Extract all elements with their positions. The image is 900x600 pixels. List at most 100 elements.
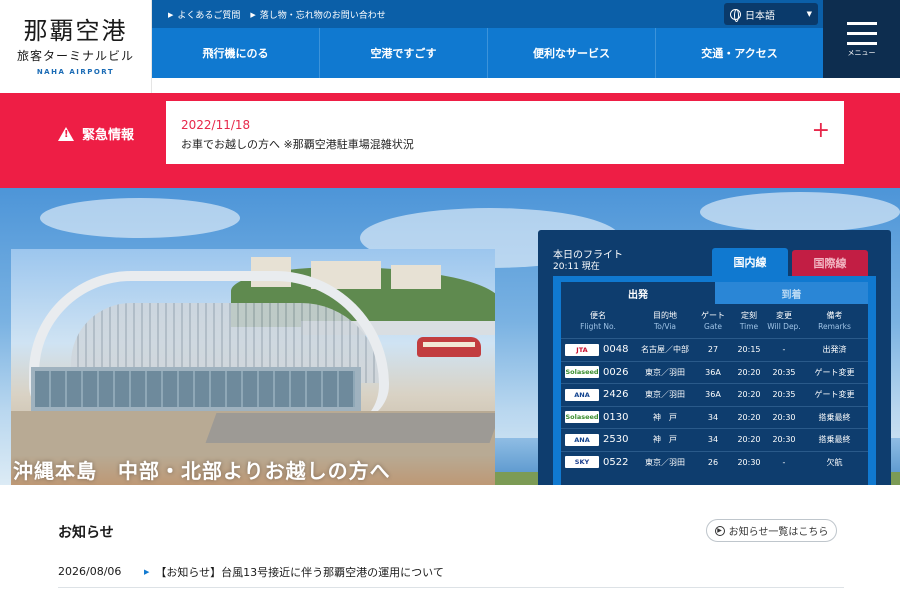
- emergency-banner: 緊急情報 2022/11/18 お車でお越しの方へ ※那覇空港駐車場混雑状況 +: [0, 93, 900, 188]
- flight-row[interactable]: Solaseed 0130 神 戸 34 20:20 20:30 搭乗最終: [561, 405, 868, 429]
- emergency-text: お車でお越しの方へ ※那覇空港駐車場混雑状況: [181, 138, 414, 151]
- airline-logo-icon: Solaseed: [565, 366, 599, 379]
- header-gate-en: Gate: [704, 322, 722, 331]
- menu-button[interactable]: メニュー: [823, 0, 900, 78]
- flight-destination: 神 戸: [653, 435, 677, 445]
- airline-logo-icon: Solaseed: [565, 411, 599, 424]
- news-item[interactable]: 2026/08/06 ▶ 【お知らせ】台風13号接近に伴う那覇空港の運用について: [58, 556, 844, 588]
- header-remarks: 備考 Remarks: [801, 310, 868, 338]
- cloud: [700, 192, 900, 232]
- flight-remarks: ゲート変更: [814, 367, 855, 377]
- flight-cell: JTA 0048: [561, 343, 635, 356]
- news-list-button-label: お知らせ一覧はこちら: [728, 527, 829, 538]
- globe-icon: [730, 8, 741, 22]
- flight-row[interactable]: SKY 0522 東京／羽田 26 20:30 - 欠航: [561, 450, 868, 474]
- flight-board-panel: 出発 到着 便名 Flight No. 目的地 To/Via ゲート Gate …: [553, 276, 876, 485]
- airline-logo-icon: ANA: [565, 388, 599, 401]
- flight-gate: 27: [707, 345, 719, 355]
- menu-label: メニュー: [847, 49, 876, 57]
- page-root: 那覇空港 旅客ターミナルビル NAHA AIRPORT ▶ よくあるご質問 ▶ …: [0, 0, 900, 600]
- chevron-right-icon: ▶: [250, 10, 256, 19]
- flight-change: -: [782, 345, 786, 355]
- header-remarks-en: Remarks: [818, 322, 851, 331]
- header-destination-jp: 目的地: [653, 311, 677, 320]
- airline-logo-icon: JTA: [565, 343, 599, 356]
- airline-logo-icon: ANA: [565, 433, 599, 446]
- flight-number: 0026: [603, 366, 629, 378]
- nav-services[interactable]: 便利なサービス: [487, 28, 655, 78]
- hero-area: 沖縄本島 中部・北部よりお越しの方へ 本日のフライト 20:11 現在 国内線 …: [0, 188, 900, 485]
- site-logo[interactable]: 那覇空港 旅客ターミナルビル NAHA AIRPORT: [0, 0, 152, 93]
- language-select[interactable]: 日本語 ▼: [724, 3, 818, 25]
- flight-remarks: 搭乗最終: [818, 435, 851, 445]
- emergency-heading: 緊急情報: [58, 124, 134, 143]
- flight-row[interactable]: Solaseed 0026 東京／羽田 36A 20:20 20:35 ゲート変更: [561, 360, 868, 384]
- nav-board-plane[interactable]: 飛行機にのる: [152, 28, 319, 78]
- flight-cell: Solaseed 0130: [561, 411, 635, 424]
- chevron-down-icon: ▼: [806, 10, 812, 18]
- flight-change: 20:35: [772, 367, 796, 377]
- language-value: 日本語: [745, 10, 775, 22]
- road: [205, 413, 495, 443]
- flight-gate: 34: [707, 412, 719, 422]
- flight-time: 20:15: [737, 345, 761, 355]
- station-glass: [35, 371, 355, 407]
- header-gate: ゲート Gate: [695, 310, 731, 338]
- expand-plus-icon[interactable]: +: [812, 119, 830, 143]
- flight-number: 2426: [603, 389, 629, 401]
- flight-remarks: 搭乗最終: [818, 412, 851, 422]
- header-time: 定刻 Time: [731, 310, 767, 338]
- utility-links: ▶ よくあるご質問 ▶ 落し物・忘れ物のお問い合わせ: [168, 8, 386, 22]
- tab-arrival[interactable]: 到着: [715, 282, 868, 304]
- news-list-button[interactable]: ▶ お知らせ一覧はこちら: [706, 519, 837, 542]
- flight-change: 20:30: [772, 412, 796, 422]
- flight-cell: Solaseed 0026: [561, 366, 635, 379]
- flight-gate: 36A: [705, 367, 721, 377]
- flight-number: 0130: [603, 411, 629, 423]
- hero-photo-station[interactable]: 沖縄本島 中部・北部よりお越しの方へ: [11, 249, 495, 485]
- flight-remarks: 欠航: [826, 457, 843, 467]
- tab-domestic[interactable]: 国内線: [712, 248, 788, 276]
- warning-icon: [58, 126, 74, 141]
- nav-airport-stay[interactable]: 空港ですごす: [319, 28, 487, 78]
- chevron-right-icon: ▶: [144, 567, 150, 576]
- flight-gate: 26: [707, 457, 719, 467]
- hero-caption: 沖縄本島 中部・北部よりお越しの方へ: [11, 455, 495, 485]
- flight-destination: 東京／羽田: [645, 390, 685, 400]
- tab-international[interactable]: 国際線: [792, 250, 868, 276]
- faq-link-label: よくあるご質問: [177, 11, 241, 21]
- header-flight-en: Flight No.: [580, 322, 616, 331]
- tab-departure[interactable]: 出発: [561, 282, 715, 304]
- header-change-jp: 変更: [776, 311, 792, 320]
- news-date: 2026/08/06: [58, 565, 122, 578]
- lost-items-link[interactable]: ▶ 落し物・忘れ物のお問い合わせ: [250, 8, 385, 22]
- flight-row[interactable]: ANA 2426 東京／羽田 36A 20:20 20:35 ゲート変更: [561, 383, 868, 406]
- flight-table: 便名 Flight No. 目的地 To/Via ゲート Gate 定刻 Tim…: [561, 304, 868, 485]
- flight-remarks: 出発済: [822, 345, 847, 355]
- arrow-circle-icon: ▶: [714, 525, 725, 536]
- flight-table-header: 便名 Flight No. 目的地 To/Via ゲート Gate 定刻 Tim…: [561, 304, 868, 338]
- flight-number: 0048: [603, 344, 629, 356]
- flight-cell: SKY 0522: [561, 456, 635, 469]
- header-flight-jp: 便名: [590, 311, 606, 320]
- flight-row[interactable]: ANA 2530 神 戸 34 20:20 20:30 搭乗最終: [561, 428, 868, 451]
- logo-main-text: 那覇空港: [23, 17, 128, 45]
- nav-access[interactable]: 交通・アクセス: [655, 28, 823, 78]
- header-spacer: [152, 78, 823, 93]
- header-gate-jp: ゲート: [701, 311, 725, 320]
- emergency-label: 緊急情報: [82, 128, 135, 143]
- faq-link[interactable]: ▶ よくあるご質問: [168, 8, 241, 22]
- flight-cell: ANA 2530: [561, 433, 635, 446]
- header-change: 変更 Will Dep.: [767, 310, 801, 338]
- flight-destination: 東京／羽田: [645, 367, 685, 377]
- logo-sub-text: 旅客ターミナルビル: [16, 49, 134, 63]
- header-destination-en: To/Via: [653, 322, 677, 331]
- flight-destination: 神 戸: [653, 412, 677, 422]
- flight-time: 20:20: [737, 435, 761, 445]
- flight-time: 20:30: [737, 457, 761, 467]
- flight-cell: ANA 2426: [561, 388, 635, 401]
- header-flight: 便名 Flight No.: [561, 310, 635, 338]
- emergency-notice[interactable]: 2022/11/18 お車でお越しの方へ ※那覇空港駐車場混雑状況 +: [166, 101, 844, 164]
- flight-row[interactable]: JTA 0048 名古屋／中部 27 20:15 - 出発済: [561, 338, 868, 361]
- logo-english-text: NAHA AIRPORT: [36, 68, 115, 76]
